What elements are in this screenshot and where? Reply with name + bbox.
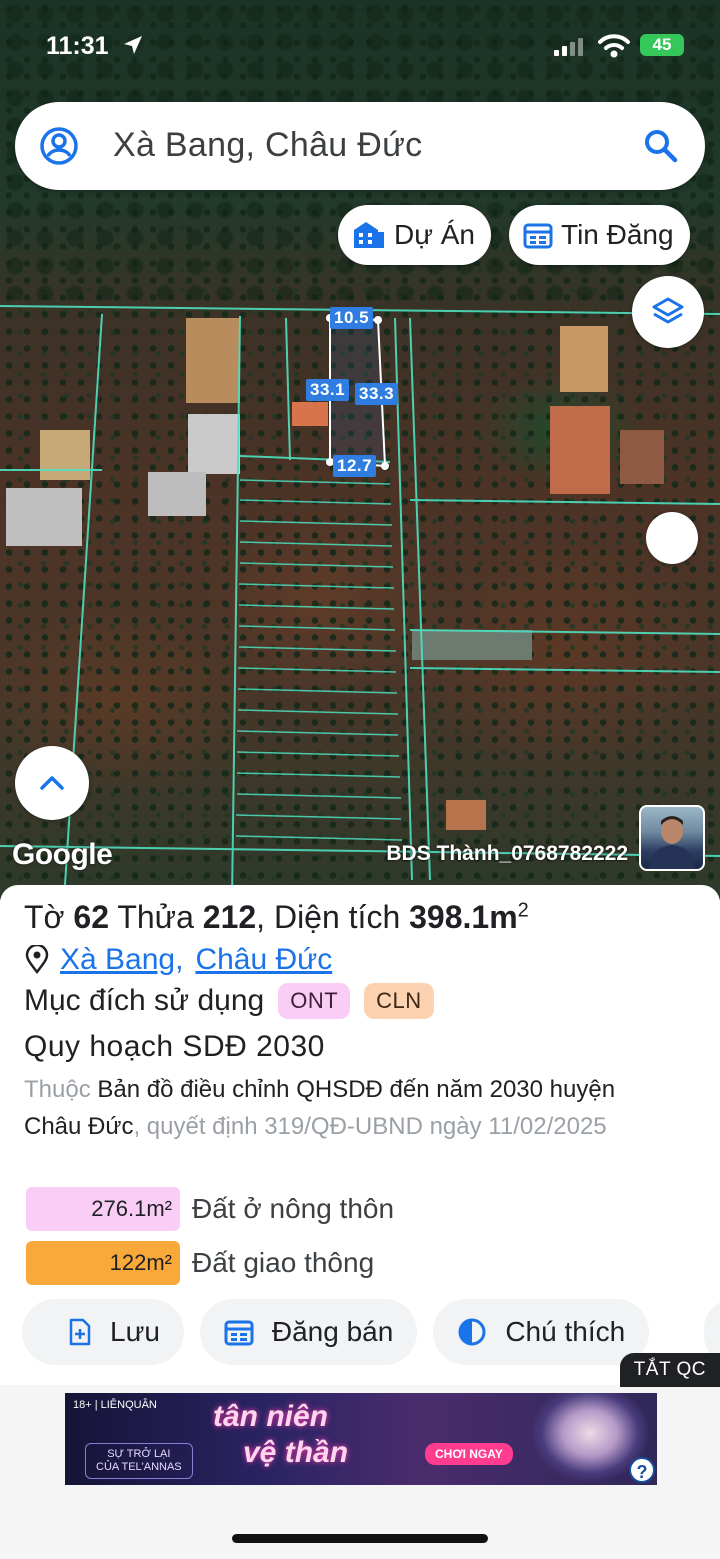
area-value: 398.1m (409, 899, 518, 935)
area-label: Diện tích (273, 899, 401, 935)
planning-title: Quy hoạch SDĐ 2030 (24, 1030, 325, 1063)
save-label: Lưu (110, 1316, 160, 1347)
ad-banner[interactable]: 18+ | LIÊNQUÂN SỰ TRỞ LẠI CỦA TEL'ANNAS … (65, 1393, 657, 1485)
location-arrow-icon (124, 36, 142, 54)
add-document-icon (69, 1318, 91, 1346)
floating-handle-button[interactable] (646, 512, 698, 564)
user-profile-photo[interactable] (639, 805, 705, 871)
land-use-purpose: Mục đích sử dụng ONT CLN (24, 983, 434, 1019)
ad-headline: tân niên vệ thần (213, 1399, 348, 1471)
ad-cta-button[interactable]: CHƠI NGAY (425, 1443, 513, 1465)
ad-area: TẮT QC 18+ | LIÊNQUÂN SỰ TRỞ LẠI CỦA TEL… (0, 1353, 720, 1559)
person-avatar-icon (649, 816, 695, 869)
ad-subtitle: SỰ TRỞ LẠI CỦA TEL'ANNAS (85, 1443, 193, 1479)
action-row: Lưu Đăng bán Chú thích (22, 1299, 650, 1365)
cellular-signal-icon (554, 38, 583, 56)
legend-button[interactable]: Chú thích (433, 1299, 650, 1365)
ad-subtitle-line2: CỦA TEL'ANNAS (96, 1461, 182, 1473)
subdivision-lines (235, 479, 403, 841)
watermark-text: BDS Thành_0768782222 (386, 842, 628, 865)
layers-button[interactable] (632, 276, 704, 348)
post-sale-button[interactable]: Đăng bán (199, 1299, 418, 1365)
dimension-bottom: 12.7 (333, 455, 377, 477)
search-query[interactable]: Xà Bang, Châu Đức (113, 126, 422, 165)
ad-headline-line1: tân niên (213, 1400, 329, 1433)
purpose-tag-ont: ONT (278, 983, 351, 1019)
post-sale-label: Đăng bán (271, 1316, 394, 1347)
sheet-label: Tờ (24, 899, 65, 935)
expand-up-button[interactable] (15, 746, 89, 820)
dimension-right: 33.3 (355, 383, 399, 405)
listings-chip[interactable]: Tin Đăng (509, 205, 690, 265)
area-bar-residential: 276.1m² (26, 1187, 180, 1231)
plot-number: 212 (202, 899, 257, 935)
search-icon[interactable] (643, 128, 679, 164)
projects-chip[interactable]: Dự Án (338, 205, 491, 265)
area-bar-transport: 122m² (26, 1241, 180, 1285)
purpose-label: Mục đích sử dụng (24, 984, 265, 1017)
area-label-transport: Đất giao thông (192, 1247, 375, 1278)
area-label-residential: Đất ở nông thôn (192, 1193, 395, 1224)
ward-link[interactable]: Xà Bang (60, 943, 175, 977)
calendar-icon (224, 1320, 254, 1346)
battery-indicator: 45 (640, 34, 684, 56)
map-view[interactable]: 10.5 33.1 33.3 12.7 11:31 45 Xà Bang, Ch… (0, 0, 720, 900)
area-unit-superscript: 2 (517, 899, 529, 922)
account-icon[interactable] (39, 126, 79, 166)
sheet-number: 62 (73, 899, 110, 935)
listings-label: Tin Đăng (561, 219, 674, 250)
google-logo: Google (12, 838, 113, 871)
layers-icon (652, 297, 684, 324)
area-breakdown-row: 276.1m² Đất ở nông thôn (26, 1187, 394, 1231)
plot-label: Thửa (117, 899, 194, 935)
desc-decision: , quyết định 319/QĐ-UBND ngày 11/02/2025 (133, 1113, 607, 1140)
parcel-info-sheet: Tờ 62 Thửa 212, Diện tích 398.1m2 Xà Ban… (0, 885, 720, 1385)
home-indicator[interactable] (232, 1534, 488, 1543)
ad-help-icon[interactable]: ? (629, 1457, 655, 1483)
building-icon (354, 222, 384, 248)
legend-label: Chú thích (505, 1316, 626, 1347)
parcel-address: Xà Bang, Châu Đức (24, 943, 332, 977)
ad-brand: 18+ | LIÊNQUÂN (73, 1399, 157, 1411)
ad-subtitle-line1: SỰ TRỞ LẠI (107, 1448, 171, 1460)
parcel-summary: Tờ 62 Thửa 212, Diện tích 398.1m2 (24, 899, 529, 935)
chevron-up-icon (40, 776, 64, 790)
clock: 11:31 (46, 32, 109, 60)
dimension-top: 10.5 (330, 307, 374, 329)
dimension-left: 33.1 (306, 379, 350, 401)
district-link[interactable]: Châu Đức (195, 943, 332, 977)
area-breakdown-row: 122m² Đất giao thông (26, 1241, 374, 1285)
projects-label: Dự Án (394, 219, 475, 250)
calendar-icon (523, 223, 553, 249)
purpose-tag-cln: CLN (364, 983, 434, 1019)
status-bar: 11:31 45 (0, 30, 720, 64)
wifi-icon (598, 34, 630, 58)
location-pin-icon (25, 945, 49, 975)
contrast-icon (458, 1318, 486, 1346)
planning-description: Thuộc Bản đồ điều chỉnh QHSDĐ đến năm 20… (24, 1071, 664, 1145)
ad-headline-line2: vệ thần (243, 1436, 349, 1469)
save-button[interactable]: Lưu (22, 1299, 184, 1365)
close-ads-button[interactable]: TẮT QC (619, 1353, 720, 1387)
desc-prefix: Thuộc (24, 1076, 91, 1103)
search-bar[interactable]: Xà Bang, Châu Đức (15, 102, 705, 190)
